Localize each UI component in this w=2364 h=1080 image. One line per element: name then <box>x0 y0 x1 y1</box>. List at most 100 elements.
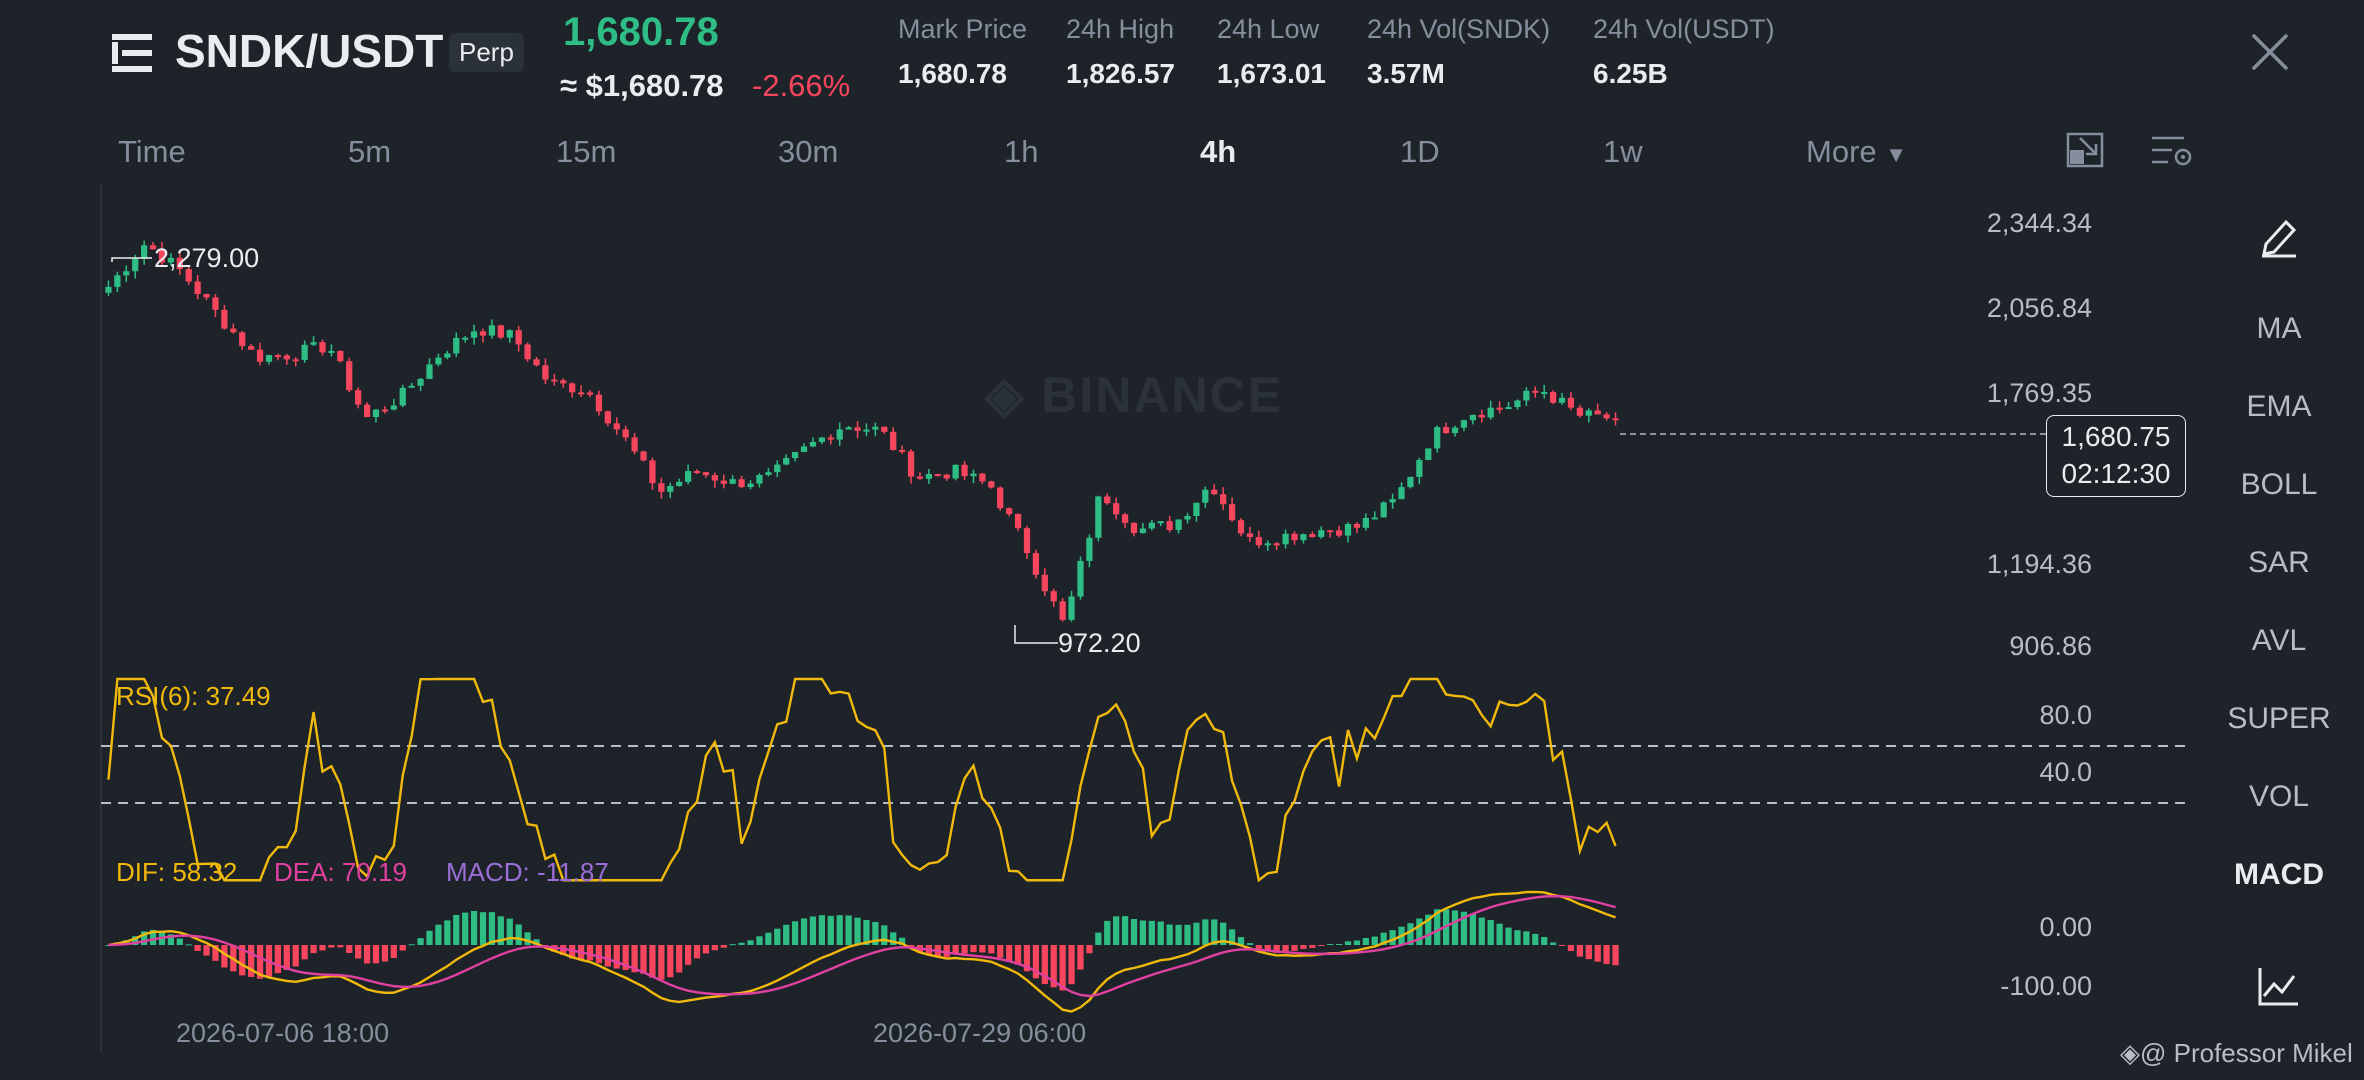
macd-histogram-bar <box>1487 920 1494 945</box>
candle-body <box>569 383 576 393</box>
candle-body <box>1416 459 1423 477</box>
binance-logo-icon: ◈ <box>2120 1038 2140 1068</box>
credit-text: ◈@ Professor Mikel <box>2120 1038 2353 1069</box>
macd-histogram-bar <box>791 921 799 945</box>
candle-body <box>132 258 139 272</box>
candle-body <box>845 427 852 430</box>
macd-axis-tick: 0.00 <box>2039 912 2092 942</box>
macd-histogram-bar <box>1139 920 1147 945</box>
candle-body <box>1371 517 1378 520</box>
candle-body <box>997 487 1004 509</box>
candle-body <box>212 297 219 310</box>
macd-histogram-bar <box>756 936 763 945</box>
macd-histogram-bar <box>515 924 522 945</box>
candle-body <box>453 337 460 354</box>
macd-histogram-bar <box>1451 910 1459 945</box>
candle-body <box>506 330 513 338</box>
macd-histogram-bar <box>1300 945 1307 949</box>
candle-body <box>337 350 344 362</box>
macd-histogram-bar <box>1193 922 1200 945</box>
dea-label: DEA: 70.19 <box>274 857 407 887</box>
macd-histogram-bar <box>845 915 852 945</box>
macd-histogram-bar <box>765 932 772 945</box>
candle-body <box>631 437 638 452</box>
binance-logo-icon: ◈ <box>985 367 1026 423</box>
time-axis-label: 2026-07-29 06:00 <box>873 1018 1087 1048</box>
candle-body <box>1193 502 1200 517</box>
macd-histogram-bar <box>970 945 977 953</box>
candle-body <box>1255 537 1262 546</box>
macd-histogram-bar <box>355 945 362 959</box>
candle-body <box>854 427 861 431</box>
candle-body <box>729 479 736 484</box>
candle-body <box>595 394 603 412</box>
macd-histogram-bar <box>1157 921 1164 945</box>
macd-histogram-bar <box>1291 945 1298 951</box>
macd-histogram-bar <box>1594 945 1601 962</box>
rsi-label: RSI(6): 37.49 <box>116 681 271 711</box>
macd-histogram-bar <box>595 945 603 964</box>
candle-body <box>1175 519 1182 530</box>
price-axis-tick: 2,344.34 <box>1986 208 2092 238</box>
countdown-timer: 02:12:30 <box>2061 458 2171 489</box>
macd-histogram-bar <box>1523 931 1530 945</box>
candle-body <box>1523 390 1530 401</box>
macd-histogram <box>105 909 1619 991</box>
candle-body <box>301 344 308 360</box>
candle-body <box>1104 496 1111 504</box>
candle-body <box>1362 517 1369 528</box>
price-axis-tick: 1,194.36 <box>1986 549 2092 579</box>
candle-body <box>1567 397 1575 408</box>
macd-histogram-bar <box>1282 945 1289 952</box>
macd-histogram-bar <box>1166 924 1173 945</box>
macd-histogram-bar <box>836 915 843 945</box>
candle-body <box>1228 504 1236 521</box>
candle-body <box>1059 601 1066 620</box>
macd-histogram-bar <box>1469 913 1476 945</box>
candle-body <box>1318 530 1325 538</box>
candle-body <box>1309 534 1316 538</box>
candle-body <box>1273 543 1280 546</box>
candle-body <box>684 471 692 482</box>
macd-histogram-bar <box>372 945 380 964</box>
candle-body <box>1389 499 1396 503</box>
candle-body <box>533 359 540 366</box>
candle-body <box>943 474 950 479</box>
macd-histogram-bar <box>453 915 460 945</box>
macd-histogram-bar <box>800 918 808 945</box>
candle-body <box>604 411 611 424</box>
candle-body <box>1300 534 1307 541</box>
macd-histogram-bar <box>1532 933 1539 945</box>
macd-histogram-bar <box>337 945 344 948</box>
candle-body <box>809 441 817 447</box>
candle-body <box>221 309 228 329</box>
macd-histogram-bar <box>292 945 299 967</box>
candle-body <box>577 392 585 395</box>
candle-body <box>1398 487 1405 500</box>
candle-body <box>1558 397 1566 403</box>
candle-body <box>622 429 629 438</box>
candle-body <box>1442 427 1450 434</box>
candle-body <box>542 365 549 380</box>
candle-body <box>274 355 282 358</box>
candle-body <box>497 325 504 338</box>
high-label: 2,279.00 <box>154 243 260 273</box>
macd-histogram-bar <box>363 945 371 964</box>
candle-body <box>1041 574 1048 592</box>
candle-body <box>1451 427 1459 434</box>
candle-body <box>230 328 237 333</box>
candle-body <box>435 357 442 365</box>
candle-body <box>283 355 290 360</box>
macd-histogram-bar <box>854 917 861 945</box>
candle-body <box>720 480 727 484</box>
macd-histogram-bar <box>1130 919 1138 945</box>
candle-body <box>515 330 522 345</box>
candle-body <box>479 331 487 336</box>
candle-body <box>1505 407 1512 410</box>
candle-body <box>1006 508 1013 515</box>
macd-histogram-bar <box>1362 938 1369 945</box>
macd-histogram-bar <box>1549 942 1557 945</box>
macd-histogram-bar <box>1371 936 1378 945</box>
candle-body <box>774 464 781 473</box>
candle-body <box>470 331 478 338</box>
